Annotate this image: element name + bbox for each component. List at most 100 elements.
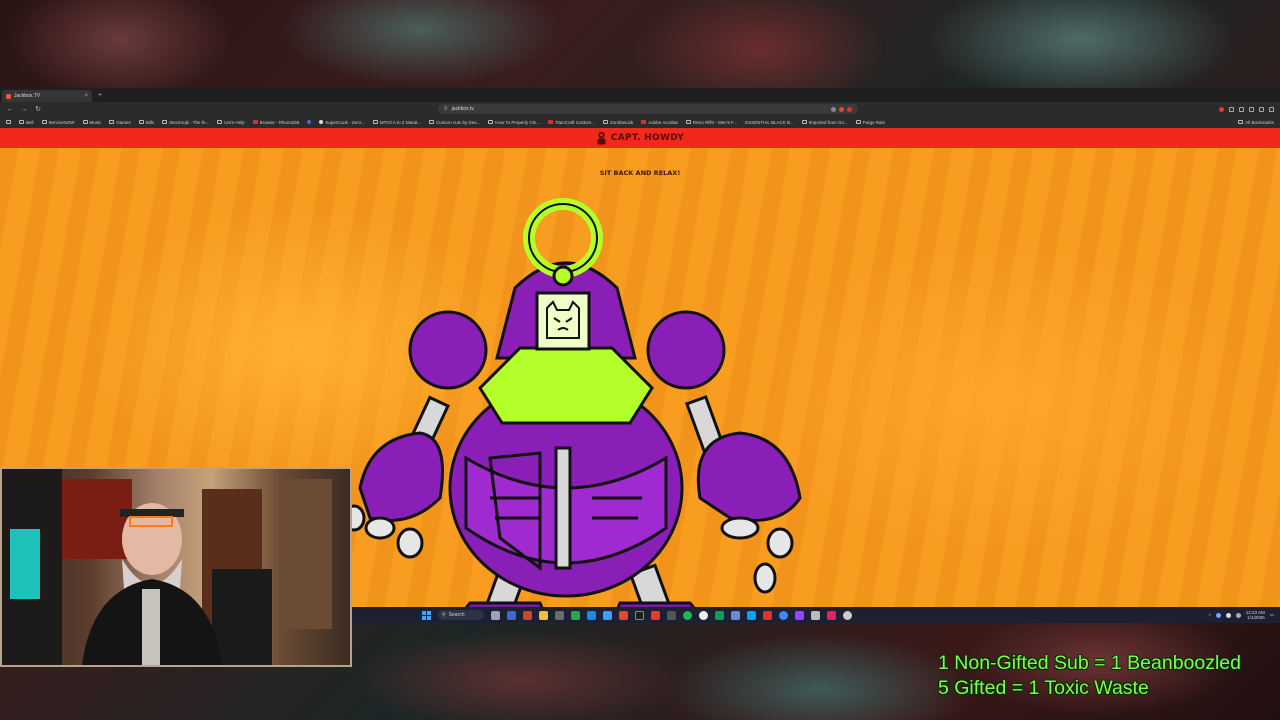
bookmark-item[interactable]: Custom cuts by Des... [429, 120, 480, 125]
share-icon[interactable] [831, 106, 836, 112]
bookmark-item[interactable]: Games [109, 120, 131, 125]
url-text: jackbox.tv [451, 106, 474, 112]
search-label: Search [448, 612, 465, 618]
spotify-icon[interactable] [683, 610, 692, 620]
bookmark-item[interactable]: ESSENTIAL BLACK B... [745, 120, 794, 125]
sub-goal-overlay: 1 Non-Gifted Sub = 1 Beanboozled 5 Gifte… [938, 651, 1241, 701]
player-avatar-icon [597, 131, 606, 145]
webcam-feed [0, 467, 352, 667]
app-icon[interactable] [715, 610, 724, 620]
overlay-line-2: 5 Gifted = 1 Toxic Waste [938, 677, 1149, 699]
app-icon[interactable] [843, 610, 852, 620]
back-icon[interactable]: ← [6, 106, 14, 113]
bookmark-label: Uni's Help [224, 119, 245, 125]
puzzle-icon[interactable] [1229, 106, 1234, 112]
site-info-icon[interactable]: ⚲ [444, 106, 448, 112]
tab-title: Jackbox.TV [14, 93, 41, 99]
site-favicon-icon [855, 120, 861, 124]
app-icon[interactable] [603, 610, 612, 620]
bookmark-item[interactable]: Imported from Go... [801, 120, 848, 125]
bookmark-item[interactable]: ServiceNOW [41, 119, 75, 125]
bookmark-item[interactable]: Music [82, 120, 101, 125]
app-icon[interactable] [571, 610, 580, 620]
app-icon[interactable] [827, 610, 836, 620]
file-explorer-icon[interactable] [539, 610, 548, 620]
folder-icon [109, 120, 115, 124]
app-icon[interactable] [651, 610, 660, 620]
system-tray: ^ 12:23 AM 1/1/2026 ▭ [1209, 610, 1274, 620]
volume-icon[interactable] [1225, 612, 1231, 618]
folder-icon [217, 120, 223, 124]
all-bookmarks-button[interactable]: All Bookmarks [1238, 120, 1274, 125]
bookmark-item[interactable]: Bell [19, 120, 34, 125]
app-icon[interactable] [747, 610, 756, 620]
taskbar-search[interactable]: ⚲ Search [438, 610, 484, 620]
clock-date: 1/1/2026 [1247, 615, 1265, 620]
bookmark-label: MTV2 A to Z Marat... [379, 119, 422, 125]
robot-avatar [342, 198, 802, 623]
acrobat-icon [641, 120, 647, 124]
site-favicon-icon [685, 120, 691, 124]
battery-icon[interactable] [1235, 612, 1241, 618]
bookmark-item[interactable]: Uni's Help [217, 119, 245, 125]
bookmark-item[interactable]: Browse - RhomoDB [252, 119, 300, 125]
bookmark-item[interactable]: SuperCook - Zero... [319, 120, 365, 125]
extension-icon[interactable] [1219, 106, 1224, 112]
clock[interactable]: 12:23 AM 1/1/2026 [1246, 610, 1265, 620]
url-input[interactable]: ⚲ jackbox.tv [438, 104, 858, 114]
bookmark-label: Browse - RhomoDB [259, 119, 300, 125]
app-icon[interactable] [811, 610, 820, 620]
forward-icon[interactable]: → [20, 106, 28, 113]
sidebar-icon[interactable] [1239, 106, 1244, 112]
bookmark-item[interactable]: How To Properly Cle... [488, 120, 540, 125]
app-icon[interactable] [699, 610, 708, 620]
notifications-icon[interactable]: ▭ [1270, 612, 1274, 618]
bookmark-item[interactable]: Adobe Acrobat [641, 120, 678, 125]
bookmark-item[interactable]: ZombieLink [602, 120, 633, 125]
discord-icon[interactable] [731, 610, 740, 620]
bookmark-label: ServiceNOW [48, 119, 75, 125]
close-tab-icon[interactable]: × [84, 93, 88, 99]
windows-start-icon[interactable] [422, 610, 431, 620]
twitch-icon[interactable] [795, 610, 804, 620]
brave-icon[interactable] [619, 610, 628, 620]
app-icon[interactable] [555, 610, 564, 620]
bookmark-label: SuperCook - Zero... [325, 119, 365, 125]
new-tab-icon[interactable]: + [98, 92, 102, 99]
bookmark-item[interactable]: Retro Rifle - Men's F... [685, 120, 737, 125]
app-icon[interactable] [635, 610, 644, 620]
tab-jackbox[interactable]: Jackbox.TV × [2, 90, 92, 102]
bookmark-item[interactable] [307, 120, 312, 124]
task-view-icon[interactable] [507, 610, 516, 620]
toolbar-icons [1219, 106, 1274, 112]
copilot-icon[interactable] [491, 610, 500, 620]
app-icon[interactable] [667, 610, 676, 620]
bookmark-item[interactable]: Stecinrojk - The fe... [162, 120, 209, 125]
app-icon[interactable] [523, 610, 532, 620]
site-favicon-icon [602, 120, 608, 124]
apps-grid-icon [6, 120, 11, 124]
menu-icon[interactable] [1269, 106, 1274, 112]
network-icon[interactable] [1215, 612, 1221, 618]
profile-icon[interactable] [1259, 106, 1264, 112]
bookmark-item[interactable]: Fargo Rain [855, 120, 885, 125]
app-icon[interactable] [763, 610, 772, 620]
wallet-icon[interactable] [1249, 106, 1254, 112]
tray-chevron-icon[interactable]: ^ [1209, 613, 1211, 618]
chrome-icon[interactable] [779, 610, 788, 620]
reload-icon[interactable]: ↻ [34, 105, 42, 113]
rewards-icon[interactable] [847, 106, 852, 112]
bookmark-item[interactable]: Bills [138, 120, 154, 125]
edge-icon[interactable] [587, 610, 596, 620]
brave-shield-icon[interactable] [839, 106, 844, 112]
bookmark-item[interactable] [6, 120, 11, 124]
bookmark-label: Stecinrojk - The fe... [169, 119, 210, 125]
folder-icon [82, 120, 88, 124]
facebook-icon [307, 120, 312, 124]
bookmark-label: ESSENTIAL BLACK B... [745, 119, 794, 125]
bookmark-item[interactable]: TitanCraft Custom... [547, 120, 595, 125]
bookmark-item[interactable]: MTV2 A to Z Marat... [372, 119, 422, 125]
folder-icon [19, 120, 24, 124]
jackbox-favicon-icon [6, 93, 11, 99]
windows-taskbar: ⚲ Search ^ 12:23 AM 1/1/2026 ▭ [352, 607, 1280, 623]
